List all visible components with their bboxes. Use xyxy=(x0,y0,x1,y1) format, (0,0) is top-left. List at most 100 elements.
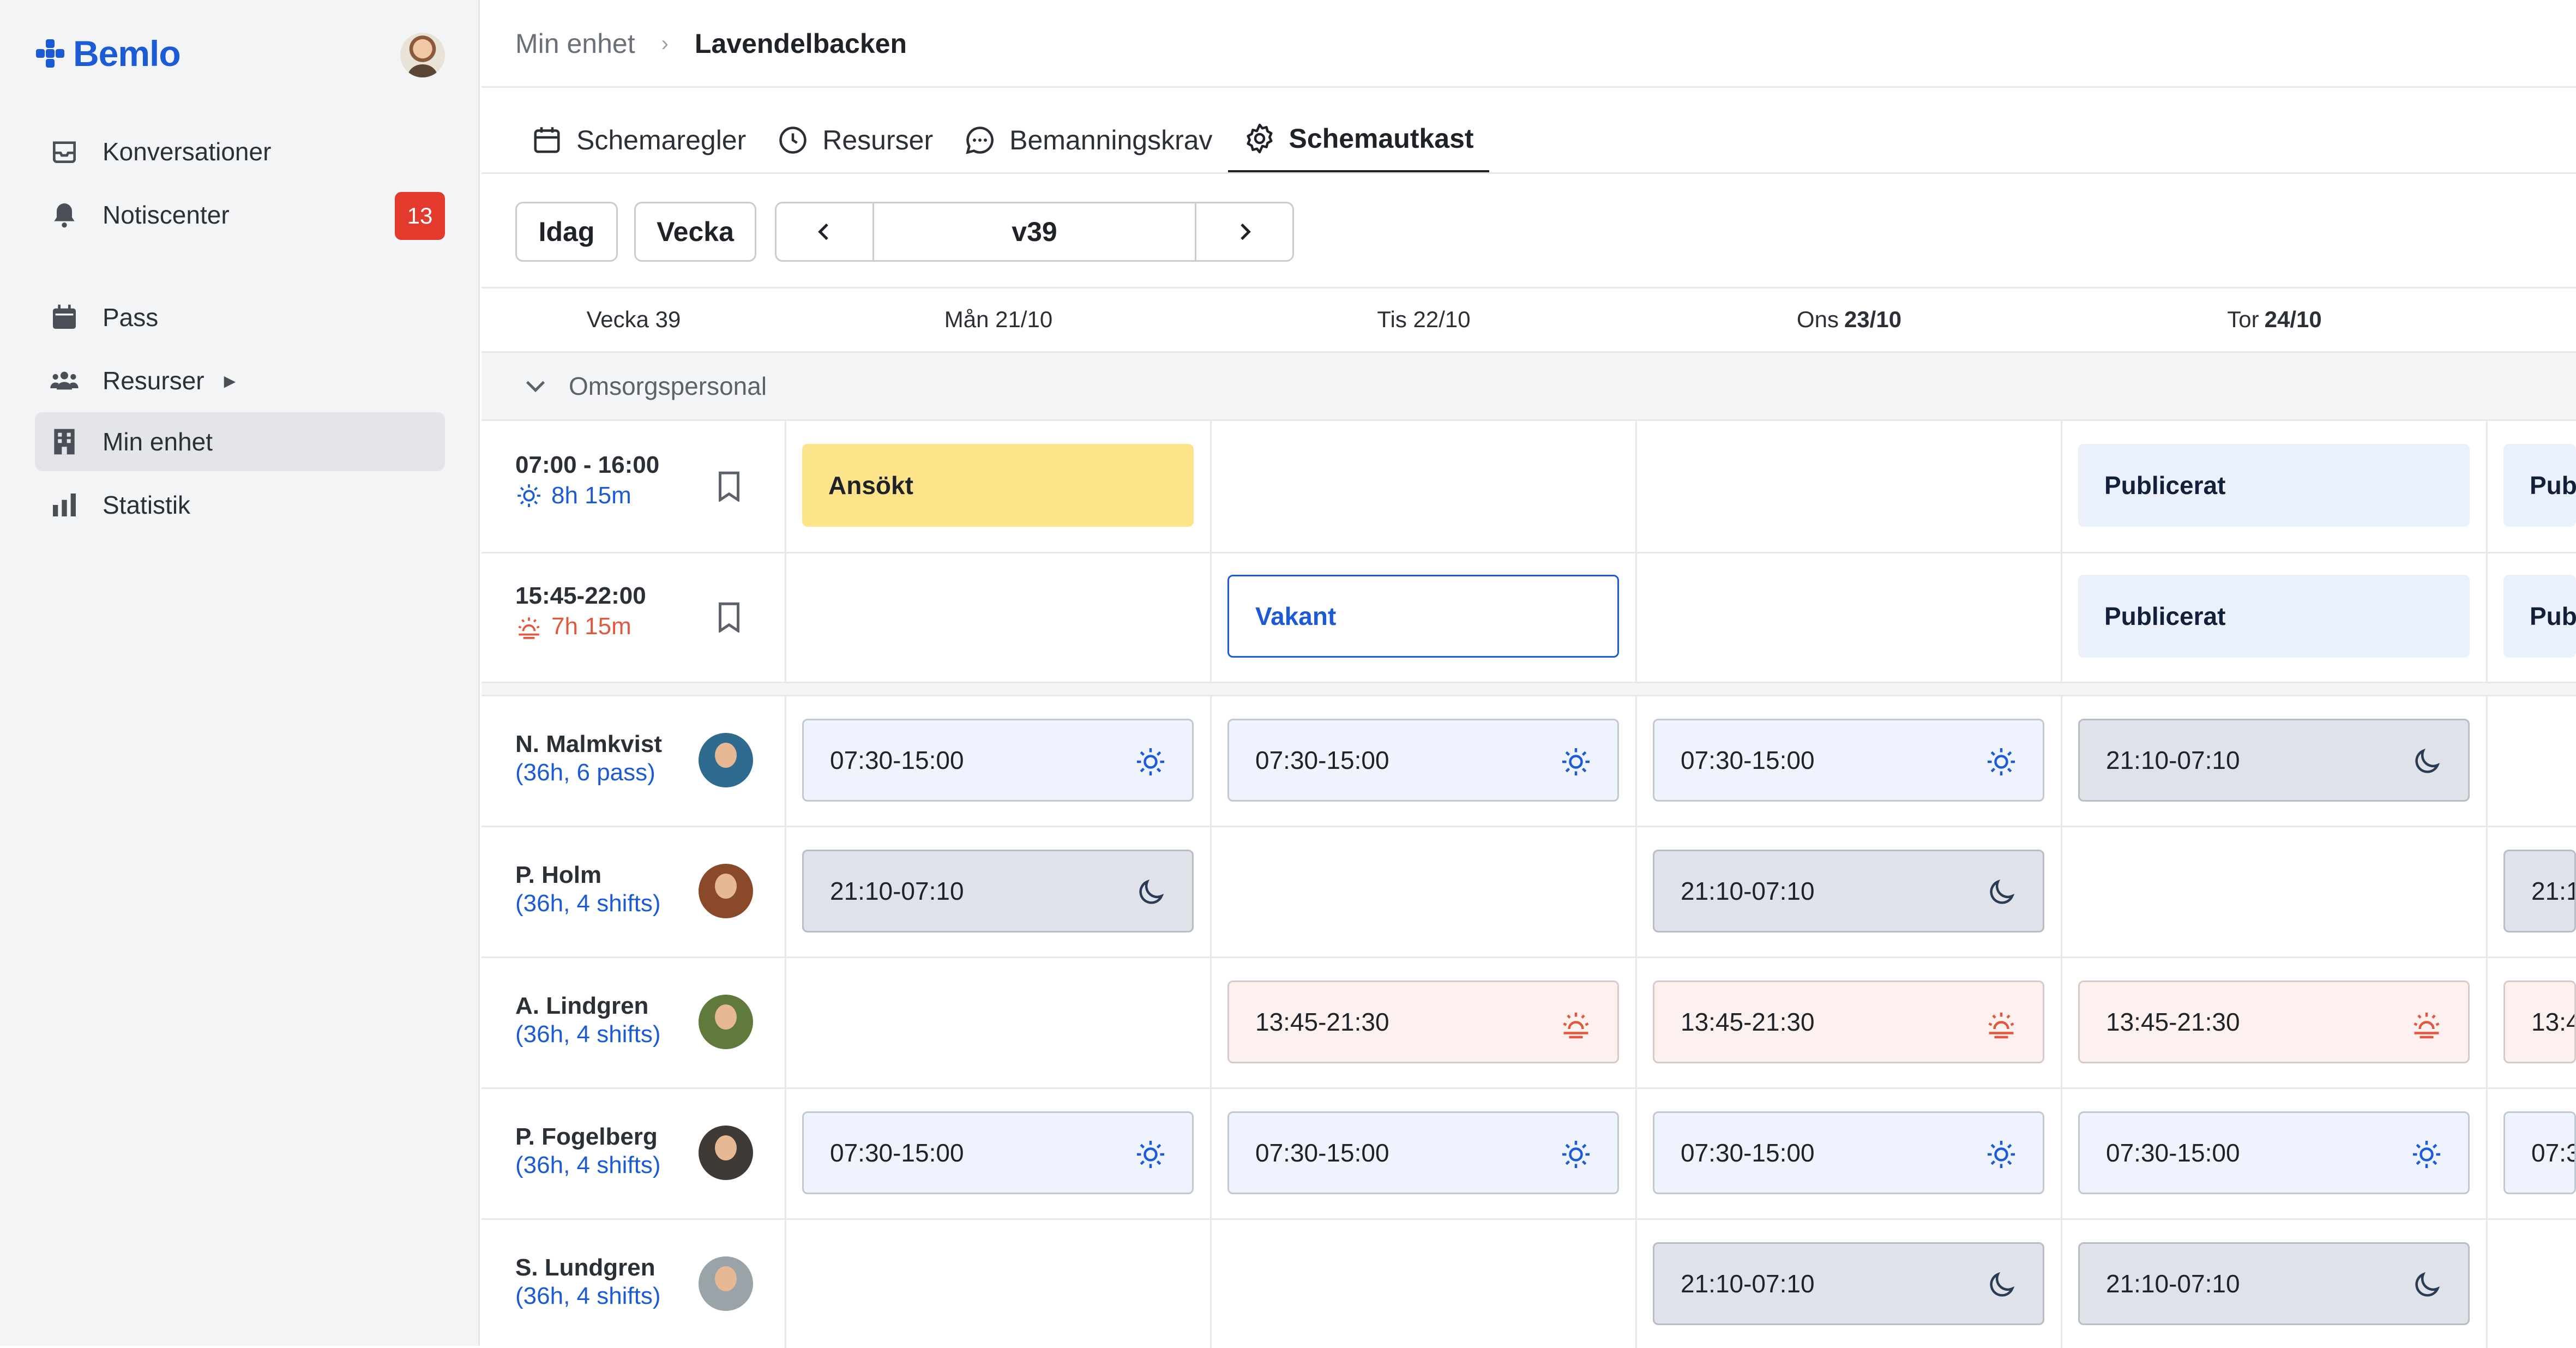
shift-cell-evening[interactable]: 13:45-21:30 xyxy=(1227,980,1619,1063)
today-button[interactable]: Idag xyxy=(515,202,618,262)
shift-cell-published[interactable]: Pub xyxy=(2503,444,2576,527)
sidebar-item-pass[interactable]: Pass xyxy=(35,288,445,347)
shift-def-evening: 15:45-22:00 7h 15m xyxy=(515,582,646,640)
shift-cell-night[interactable]: 21:10-07:10 xyxy=(1653,1242,2044,1325)
row-divider xyxy=(482,826,2576,827)
shift-time: 21:10-07:10 xyxy=(830,877,964,905)
shift-cell-day[interactable]: 07:30-15:00 xyxy=(1227,1111,1619,1194)
shift-cell-day[interactable]: 07:30-15:00 xyxy=(802,719,1194,802)
shift-cell-day[interactable]: 07:30-15:00 xyxy=(2078,1111,2470,1194)
shift-cell-evening[interactable]: 13:45-21:30 xyxy=(1653,980,2044,1063)
avatar xyxy=(699,864,753,918)
tab-label: Bemanningskrav xyxy=(1009,125,1213,155)
calendar-toolbar: Idag Vecka v39 xyxy=(515,202,1294,262)
row-divider xyxy=(482,552,2576,553)
tab-schemaregler[interactable]: Schemaregler xyxy=(515,107,761,173)
shift-time: 13:45-21:30 xyxy=(2106,1008,2240,1036)
prev-week-button[interactable] xyxy=(777,203,872,260)
avatar xyxy=(699,1256,753,1311)
day-header-thu: Tor 24/10 xyxy=(2062,288,2487,351)
moon-icon xyxy=(1990,879,2015,904)
shift-cell-published[interactable]: Pub xyxy=(2503,575,2576,658)
brand-logo[interactable]: Bemlo xyxy=(34,33,181,74)
shift-cell-day[interactable]: 07:30-15:00 xyxy=(802,1111,1194,1194)
tab-bemanningskrav[interactable]: Bemanningskrav xyxy=(948,107,1227,173)
week-number-header: Vecka 39 xyxy=(586,306,681,332)
expand-arrow-icon[interactable]: ▶ xyxy=(224,372,236,390)
shift-time: 21:10-07:10 xyxy=(2106,746,2240,774)
tab-bar: Schemaregler Resurser Bemanningskrav Sch… xyxy=(515,107,1489,173)
shift-time: 21:10-07:10 xyxy=(2106,1269,2240,1298)
day-header-mon: Mån 21/10 xyxy=(786,288,1211,351)
staff-hours: (36h, 6 pass) xyxy=(515,759,655,786)
staff-hours: (36h, 4 shifts) xyxy=(515,1152,661,1178)
shift-cell-night[interactable]: 21:10-07:10 xyxy=(1653,850,2044,932)
shift-cell-night[interactable]: 21:1 xyxy=(2503,850,2576,932)
shift-cell-day[interactable]: 07:30-15:00 xyxy=(1653,1111,2044,1194)
bookmark-icon[interactable] xyxy=(717,602,741,633)
staff-p-holm[interactable]: P. Holm (36h, 4 shifts) xyxy=(515,862,661,917)
current-week-label[interactable]: v39 xyxy=(872,203,1196,260)
sun-icon xyxy=(1137,1141,1164,1168)
row-divider xyxy=(482,695,2576,696)
shift-cell-published[interactable]: Publicerat xyxy=(2078,444,2470,527)
shift-cell-night[interactable]: 21:10-07:10 xyxy=(2078,719,2470,802)
staff-p-fogelberg[interactable]: P. Fogelberg (36h, 4 shifts) xyxy=(515,1123,661,1179)
shift-time: 21:1 xyxy=(2531,877,2576,905)
shift-cell-applied[interactable]: Ansökt xyxy=(802,444,1194,527)
shift-time: 07:3 xyxy=(2531,1139,2576,1167)
row-divider xyxy=(482,956,2576,958)
shift-time: 07:00 - 16:00 xyxy=(515,452,660,478)
view-week-button[interactable]: Vecka xyxy=(634,202,756,262)
staff-n-malmkvist[interactable]: N. Malmkvist (36h, 6 pass) xyxy=(515,731,662,786)
shift-cell-night[interactable]: 21:10-07:10 xyxy=(2078,1242,2470,1325)
shift-cell-evening[interactable]: 13:45-21:30 xyxy=(2078,980,2470,1063)
shift-cell-vacant[interactable]: Vakant xyxy=(1227,575,1619,658)
next-week-button[interactable] xyxy=(1196,203,1292,260)
chevron-down-icon[interactable] xyxy=(523,374,548,399)
shift-cell-evening[interactable]: 13:4 xyxy=(2503,980,2576,1063)
sidebar-item-statistik[interactable]: Statistik xyxy=(35,476,445,534)
gear-icon xyxy=(1247,123,1273,154)
moon-icon xyxy=(2415,1272,2440,1297)
sidebar-item-resurser[interactable]: Resurser ▶ xyxy=(35,351,445,410)
shift-cell-day[interactable]: 07:30-15:00 xyxy=(1653,719,2044,802)
chevron-left-icon xyxy=(818,223,828,240)
sidebar-item-notiscenter[interactable]: Notiscenter 13 xyxy=(35,185,445,244)
tab-label: Resurser xyxy=(822,125,934,155)
sun-icon xyxy=(2413,1141,2440,1168)
day-header-tue: Tis 22/10 xyxy=(1211,288,1636,351)
bookmark-icon[interactable] xyxy=(717,471,741,502)
tab-schemautkast[interactable]: Schemautkast xyxy=(1227,107,1489,173)
group-row-omsorgspersonal[interactable]: Omsorgspersonal xyxy=(482,351,2576,421)
shift-cell-night[interactable]: 21:10-07:10 xyxy=(802,850,1194,932)
user-avatar[interactable] xyxy=(400,33,445,77)
sunset-icon xyxy=(1988,1013,2014,1039)
shift-time: 07:30-15:00 xyxy=(1255,746,1389,774)
shift-def-day: 07:00 - 16:00 8h 15m xyxy=(515,452,659,509)
bell-icon xyxy=(49,200,80,230)
row-divider xyxy=(482,682,2576,683)
breadcrumb-parent-link[interactable]: Min enhet xyxy=(515,28,635,59)
brand-name: Bemlo xyxy=(73,33,181,74)
shift-cell-published[interactable]: Publicerat xyxy=(2078,575,2470,658)
day-name: Tis xyxy=(1377,306,1407,332)
tab-resurser[interactable]: Resurser xyxy=(761,107,948,173)
column-divider xyxy=(2061,421,2062,1348)
sidebar-item-konversationer[interactable]: Konversationer xyxy=(35,122,445,181)
staff-name: P. Holm xyxy=(515,862,602,888)
sidebar-item-min-enhet[interactable]: Min enhet xyxy=(35,412,445,471)
shift-cell-day[interactable]: 07:30-15:00 xyxy=(1227,719,1619,802)
day-date: 24/10 xyxy=(2264,306,2322,332)
day-header-wed: Ons 23/10 xyxy=(1636,288,2062,351)
staff-s-lundgren[interactable]: S. Lundgren (36h, 4 shifts) xyxy=(515,1254,661,1310)
sidebar-item-label: Notiscenter xyxy=(103,201,230,229)
sidebar-item-label: Konversationer xyxy=(103,137,272,166)
staff-a-lindgren[interactable]: A. Lindgren (36h, 4 shifts) xyxy=(515,992,661,1048)
row-divider xyxy=(482,1087,2576,1089)
chevron-right-icon xyxy=(1241,223,1251,240)
divider xyxy=(482,172,2576,174)
sun-icon xyxy=(517,484,540,507)
day-date: 21/10 xyxy=(995,306,1053,332)
shift-cell-day[interactable]: 07:3 xyxy=(2503,1111,2576,1194)
